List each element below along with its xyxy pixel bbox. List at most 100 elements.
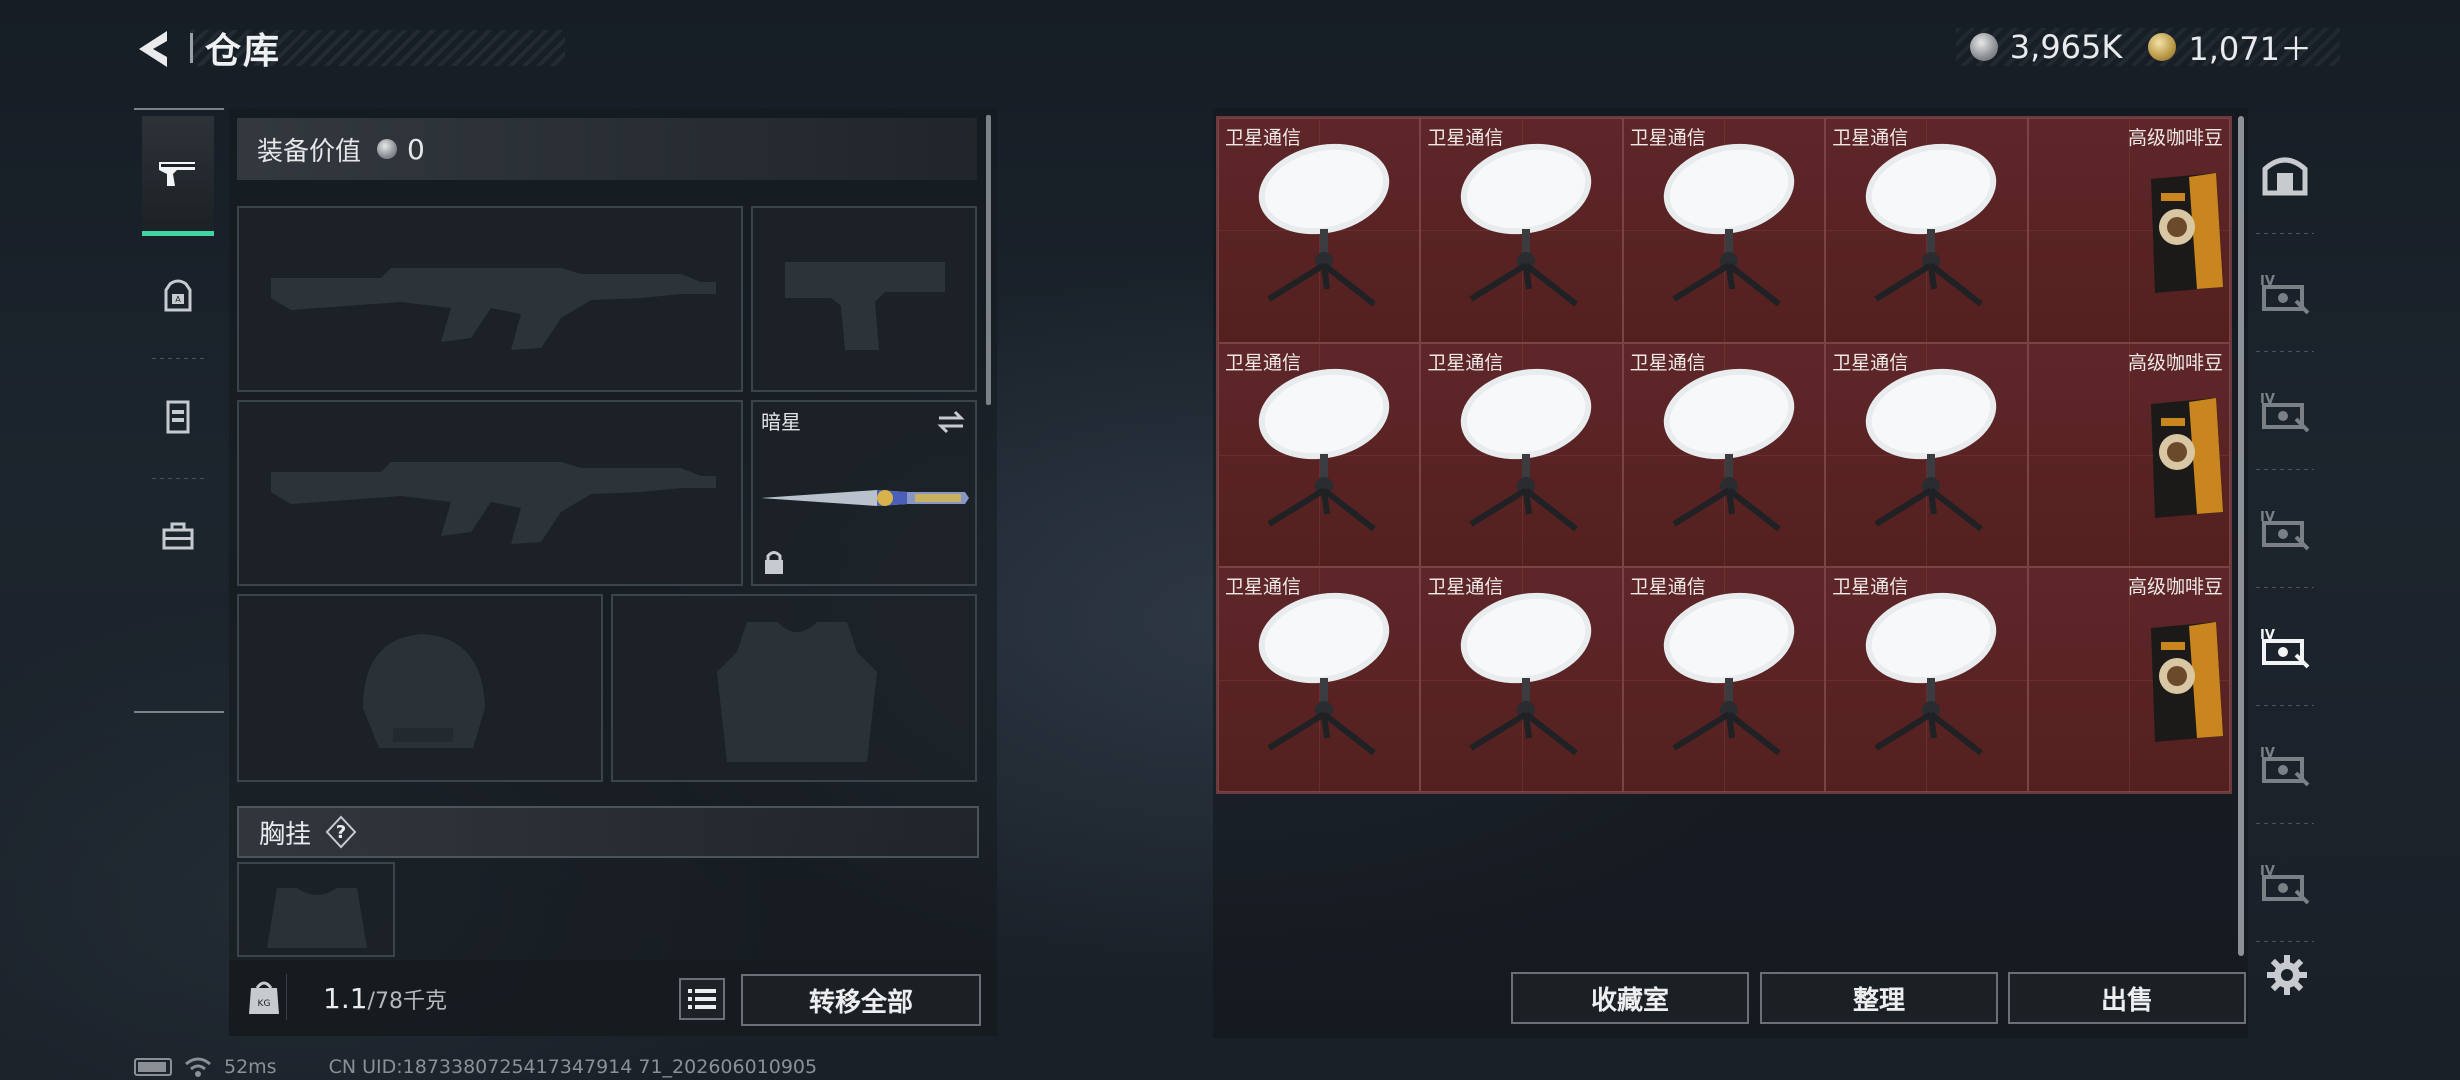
melee-item-name: 暗星 [761, 410, 801, 434]
settings-button[interactable] [2262, 950, 2312, 1000]
storage-item[interactable]: 卫星通信 [1420, 118, 1623, 343]
nav-toolbox[interactable] [142, 476, 214, 596]
storage-page-2[interactable]: IV [2250, 234, 2320, 352]
weight-readout: 1.1/78千克 [323, 982, 447, 1015]
storage-item[interactable]: 卫星通信 [1622, 567, 1826, 792]
storage-item[interactable]: 卫星通信 [1622, 342, 1826, 568]
item-name: 卫星通信 [1225, 351, 1302, 374]
storage-page-7[interactable]: IV [2250, 824, 2320, 942]
list-view-button[interactable] [679, 978, 725, 1020]
uid-readout: CN UID:1873380725417347914 71_2026060109… [328, 1056, 818, 1078]
silver-coin-icon [377, 139, 398, 159]
gear-icon [2267, 955, 2307, 995]
page-title: 仓库 [205, 31, 282, 72]
battery-icon [134, 1058, 172, 1076]
weight-current: 1.1 [323, 982, 368, 1015]
storage-tier-iv-icon: IV [2260, 274, 2310, 315]
storage-page-6[interactable]: IV [2250, 706, 2320, 824]
storage-page-1[interactable] [2250, 116, 2320, 234]
pistol-silhouette-icon [785, 262, 945, 350]
weight-max: /78千克 [367, 989, 447, 1014]
knife-icon [761, 490, 969, 506]
lock-icon [765, 551, 783, 574]
silver-currency-value: 3,965K [2009, 28, 2123, 66]
storage-scrollbar[interactable] [2238, 116, 2244, 956]
armor-silhouette-icon [717, 622, 877, 762]
melee-slot[interactable]: 暗星 [751, 400, 977, 586]
equipment-value: 0 [407, 132, 425, 166]
storage-tier-iv-icon: IV [2260, 746, 2310, 787]
storage-tier-iv-icon: IV [2260, 628, 2310, 669]
storage-item[interactable]: 卫星通信 [1825, 567, 2028, 792]
storage-item[interactable]: 卫星通信 [1218, 118, 1421, 343]
currency-display: 3,965K 1,071＋ [1955, 28, 2340, 68]
item-name: 卫星通信 [1629, 576, 1706, 599]
item-name: 卫星通信 [1629, 351, 1706, 374]
vault-button[interactable]: 收藏室 [1511, 972, 1749, 1024]
satellite-dish-icon [1865, 143, 1997, 307]
storage-item[interactable]: 卫星通信 [1420, 342, 1623, 568]
nav-chest-rig[interactable] [142, 356, 214, 479]
coffee-bag-icon [2150, 397, 2223, 518]
storage-item[interactable]: 卫星通信 [1622, 118, 1826, 343]
back-arrow-icon [139, 31, 167, 67]
helmet-slot[interactable] [237, 594, 603, 782]
silver-coin-icon [1969, 33, 1998, 61]
wifi-icon [185, 1057, 211, 1077]
chest-rig-header: 胸挂 ? [237, 806, 979, 858]
list-icon [688, 989, 716, 1009]
sell-button[interactable]: 出售 [2008, 972, 2246, 1024]
storage-item[interactable]: 卫星通信 [1825, 342, 2028, 568]
item-name: 高级咖啡豆 [2127, 127, 2223, 149]
swap-icon[interactable] [935, 408, 967, 436]
vest-icon [166, 400, 190, 434]
item-name: 卫星通信 [1427, 127, 1504, 149]
satellite-dish-icon [1663, 368, 1794, 532]
nav-weapons[interactable] [142, 116, 214, 236]
item-name: 卫星通信 [1832, 351, 1909, 374]
storage-item[interactable]: 高级咖啡豆 [2027, 567, 2230, 792]
back-button[interactable] [130, 26, 180, 72]
equipment-value-label: 装备价值 [257, 136, 362, 167]
safe-room-icon [2262, 157, 2308, 196]
storage-item[interactable]: 高级咖啡豆 [2027, 118, 2230, 343]
storage-page-5[interactable]: IV [2250, 588, 2320, 706]
loadout-category-nav: A [132, 108, 225, 713]
pistol-slot[interactable] [751, 206, 977, 392]
storage-item[interactable]: 卫星通信 [1825, 118, 2028, 343]
bag-weight-icon: KG [241, 974, 287, 1020]
satellite-dish-icon [1663, 143, 1794, 307]
item-name: 卫星通信 [1427, 351, 1504, 374]
nav-backpack[interactable]: A [142, 236, 214, 359]
storage-tier-iv-icon: IV [2260, 864, 2310, 905]
satellite-dish-icon [1258, 593, 1390, 756]
rifle-silhouette-icon [271, 462, 716, 544]
primary-weapon-slot-2[interactable] [237, 400, 743, 586]
backpack-icon: A [164, 279, 192, 312]
storage-item[interactable]: 卫星通信 [1420, 567, 1623, 792]
pistol-icon [159, 161, 195, 186]
helmet-silhouette-icon [363, 634, 485, 748]
storage-item[interactable]: 高级咖啡豆 [2027, 342, 2230, 568]
sort-button[interactable]: 整理 [1760, 972, 1998, 1024]
chest-rig-silhouette-icon [267, 888, 367, 948]
satellite-dish-icon [1461, 593, 1592, 756]
help-button[interactable]: ? [323, 814, 359, 850]
item-name: 高级咖啡豆 [2127, 351, 2223, 374]
satellite-dish-icon [1663, 593, 1794, 756]
satellite-dish-icon [1461, 143, 1592, 307]
storage-item[interactable]: 卫星通信 [1218, 342, 1421, 568]
rifle-silhouette-icon [271, 268, 716, 350]
gold-currency-value[interactable]: 1,071＋ [2188, 24, 2312, 70]
primary-weapon-slot-1[interactable] [237, 206, 743, 392]
transfer-all-button[interactable]: 转移全部 [741, 974, 981, 1026]
storage-page-4[interactable]: IV [2250, 470, 2320, 588]
satellite-dish-icon [1461, 368, 1592, 532]
storage-tier-iv-icon: IV [2260, 392, 2310, 433]
chest-rig-slot[interactable] [237, 862, 395, 957]
armor-slot[interactable] [611, 594, 977, 782]
loadout-scrollbar[interactable] [986, 115, 991, 405]
satellite-dish-icon [1258, 368, 1390, 532]
storage-item[interactable]: 卫星通信 [1218, 567, 1421, 792]
storage-page-3[interactable]: IV [2250, 352, 2320, 470]
